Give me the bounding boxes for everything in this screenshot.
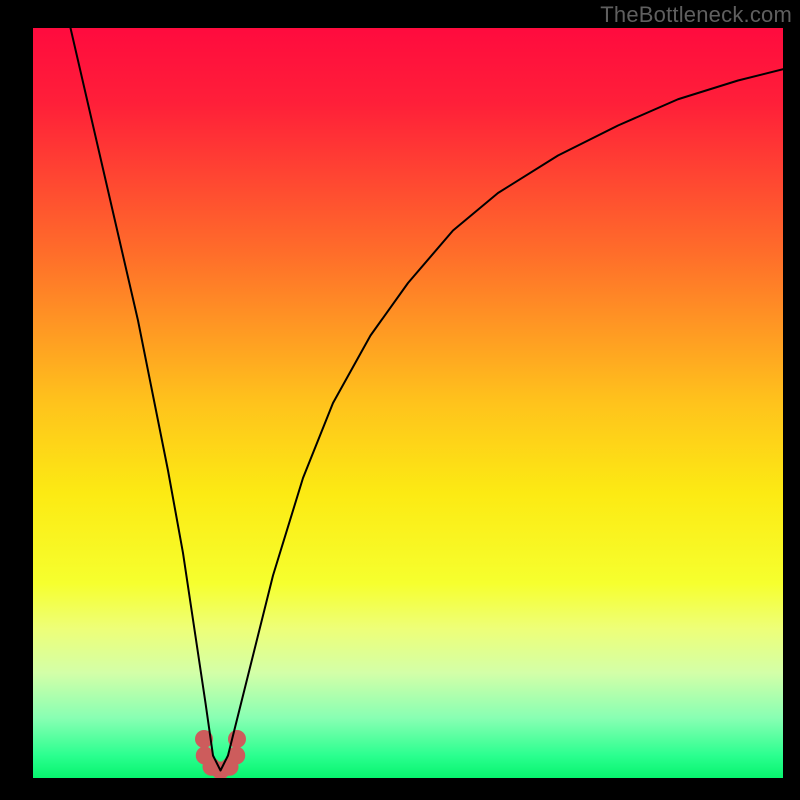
watermark-text: TheBottleneck.com	[600, 2, 792, 28]
plot-svg	[33, 28, 783, 778]
gradient-background	[33, 28, 783, 778]
chart-frame: TheBottleneck.com	[0, 0, 800, 800]
plot-area	[33, 28, 783, 778]
